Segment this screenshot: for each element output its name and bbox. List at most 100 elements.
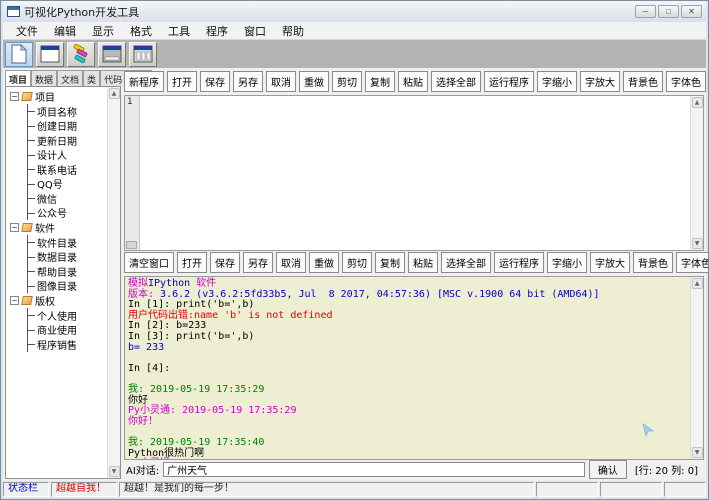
menu-item-程序[interactable]: 程序 bbox=[199, 22, 235, 40]
tree-item-label: 图像目录 bbox=[37, 278, 77, 293]
toolbar-button-背景色[interactable]: 背景色 bbox=[633, 252, 673, 273]
toolbar-button-打开[interactable]: 打开 bbox=[167, 71, 197, 92]
toolbar-button-重做[interactable]: 重做 bbox=[309, 252, 339, 273]
tab-文档[interactable]: 文档 bbox=[57, 70, 83, 86]
collapse-box-icon[interactable]: − bbox=[10, 296, 19, 305]
console-text: In [4]: bbox=[128, 363, 170, 374]
console-output[interactable]: 模拟IPython 软件版本: 3.6.2 (v3.6.2:5fd33b5, J… bbox=[125, 277, 690, 459]
toolbar-button-取消[interactable]: 取消 bbox=[266, 71, 296, 92]
toolbar-button-另存[interactable]: 另存 bbox=[233, 71, 263, 92]
ai-dialog-input[interactable] bbox=[163, 462, 585, 477]
toolbar-button-打开[interactable]: 打开 bbox=[177, 252, 207, 273]
confirm-button[interactable]: 确认 bbox=[589, 460, 627, 479]
tree-root-item[interactable]: −项目 bbox=[10, 89, 107, 104]
scroll-down-icon[interactable]: ▼ bbox=[692, 447, 703, 458]
toolbar-button-运行程序[interactable]: 运行程序 bbox=[494, 252, 544, 273]
minimize-button[interactable]: ─ bbox=[635, 5, 656, 18]
console-text: 我: 2019-05-19 17:35:29 bbox=[128, 384, 264, 395]
menu-bar: 文件编辑显示格式工具程序窗口帮助 bbox=[3, 22, 706, 40]
toolbar-button-保存[interactable]: 保存 bbox=[210, 252, 240, 273]
toolbar-button-重做[interactable]: 重做 bbox=[299, 71, 329, 92]
ai-dialog-label: AI对话: bbox=[126, 462, 159, 477]
tree-item[interactable]: 程序销售 bbox=[10, 337, 107, 352]
menu-item-显示[interactable]: 显示 bbox=[85, 22, 121, 40]
tree-item[interactable]: QQ号 bbox=[10, 177, 107, 192]
console-line bbox=[128, 353, 687, 364]
app-window-icon[interactable] bbox=[36, 42, 64, 67]
tree-item[interactable]: 联系电话 bbox=[10, 162, 107, 177]
tab-数据[interactable]: 数据 bbox=[31, 70, 57, 86]
tree-connector-icon bbox=[27, 235, 35, 250]
tree-item[interactable]: 帮助目录 bbox=[10, 264, 107, 279]
console-line: 你好！ bbox=[128, 417, 687, 428]
toolbar-button-字体色[interactable]: 字体色 bbox=[666, 71, 706, 92]
console-scrollbar[interactable]: ▲ ▼ bbox=[690, 277, 703, 459]
tree-item[interactable]: 图像目录 bbox=[10, 279, 107, 294]
tree-item[interactable]: 数据目录 bbox=[10, 250, 107, 265]
toolbar-button-复制[interactable]: 复制 bbox=[375, 252, 405, 273]
editor-scrollbar[interactable]: ▲ ▼ bbox=[690, 96, 703, 250]
toolbar-button-保存[interactable]: 保存 bbox=[200, 71, 230, 92]
close-button[interactable]: ✕ bbox=[681, 5, 702, 18]
code-editor[interactable]: 1 ▲ ▼ bbox=[124, 95, 704, 251]
toolbar-button-剪切[interactable]: 剪切 bbox=[332, 71, 362, 92]
toolbar-button-清空窗口[interactable]: 清空窗口 bbox=[124, 252, 174, 273]
maximize-button[interactable]: □ bbox=[658, 5, 679, 18]
tree-item[interactable]: 软件目录 bbox=[10, 235, 107, 250]
toolbar-button-新程序[interactable]: 新程序 bbox=[124, 71, 164, 92]
editor-text-area[interactable] bbox=[140, 96, 690, 250]
toolbar-button-字体色[interactable]: 字体色 bbox=[676, 252, 709, 273]
collapse-box-icon[interactable]: − bbox=[10, 223, 19, 232]
window-controls: ─ □ ✕ bbox=[635, 5, 702, 18]
toolbar-button-选择全部[interactable]: 选择全部 bbox=[441, 252, 491, 273]
toolbar-button-字放大[interactable]: 字放大 bbox=[590, 252, 630, 273]
tab-类[interactable]: 类 bbox=[83, 70, 100, 86]
tree-item[interactable]: 公众号 bbox=[10, 206, 107, 221]
tree-root-item[interactable]: −软件 bbox=[10, 220, 107, 235]
toolbar-button-背景色[interactable]: 背景色 bbox=[623, 71, 663, 92]
scroll-down-icon[interactable]: ▼ bbox=[692, 238, 703, 249]
tree-item[interactable]: 个人使用 bbox=[10, 308, 107, 323]
menu-item-窗口[interactable]: 窗口 bbox=[237, 22, 273, 40]
tree-item[interactable]: 更新日期 bbox=[10, 133, 107, 148]
menu-item-格式[interactable]: 格式 bbox=[123, 22, 159, 40]
tree-scrollbar[interactable]: ▲ ▼ bbox=[107, 87, 120, 478]
editor-hscroll-thumb[interactable] bbox=[126, 241, 137, 249]
toolbar-button-选择全部[interactable]: 选择全部 bbox=[431, 71, 481, 92]
folder-icon bbox=[21, 296, 33, 305]
tab-代码[interactable]: 代码 bbox=[100, 70, 126, 86]
tree-item[interactable]: 项目名称 bbox=[10, 104, 107, 119]
menu-item-编辑[interactable]: 编辑 bbox=[47, 22, 83, 40]
toolbar-button-取消[interactable]: 取消 bbox=[276, 252, 306, 273]
toolbar-button-剪切[interactable]: 剪切 bbox=[342, 252, 372, 273]
tab-项目[interactable]: 项目 bbox=[5, 70, 31, 86]
table-window-icon[interactable] bbox=[129, 42, 157, 67]
new-file-icon[interactable] bbox=[5, 42, 33, 67]
color-pencils-icon[interactable] bbox=[67, 42, 95, 67]
tree-item[interactable]: 微信 bbox=[10, 191, 107, 206]
tree-item-label: 创建日期 bbox=[37, 118, 77, 133]
scroll-up-icon[interactable]: ▲ bbox=[692, 97, 703, 108]
scroll-up-icon[interactable]: ▲ bbox=[692, 278, 703, 289]
console-window-icon[interactable] bbox=[98, 42, 126, 67]
collapse-box-icon[interactable]: − bbox=[10, 92, 19, 101]
toolbar-button-粘贴[interactable]: 粘贴 bbox=[398, 71, 428, 92]
tree-item[interactable]: 创建日期 bbox=[10, 119, 107, 134]
tree-root-item[interactable]: −版权 bbox=[10, 293, 107, 308]
tree-item-label: 数据目录 bbox=[37, 249, 77, 264]
menu-item-文件[interactable]: 文件 bbox=[9, 22, 45, 40]
toolbar-button-字缩小[interactable]: 字缩小 bbox=[537, 71, 577, 92]
tree-item[interactable]: 商业使用 bbox=[10, 323, 107, 338]
toolbar-button-运行程序[interactable]: 运行程序 bbox=[484, 71, 534, 92]
scroll-up-icon[interactable]: ▲ bbox=[109, 88, 120, 99]
toolbar-button-粘贴[interactable]: 粘贴 bbox=[408, 252, 438, 273]
toolbar-button-字放大[interactable]: 字放大 bbox=[580, 71, 620, 92]
toolbar-button-字缩小[interactable]: 字缩小 bbox=[547, 252, 587, 273]
menu-item-帮助[interactable]: 帮助 bbox=[275, 22, 311, 40]
toolbar-button-复制[interactable]: 复制 bbox=[365, 71, 395, 92]
toolbar-button-另存[interactable]: 另存 bbox=[243, 252, 273, 273]
console-text: Py小灵通: 2019-05-19 17:35:29 bbox=[128, 405, 296, 416]
scroll-down-icon[interactable]: ▼ bbox=[109, 466, 120, 477]
tree-item[interactable]: 设计人 bbox=[10, 148, 107, 163]
menu-item-工具[interactable]: 工具 bbox=[161, 22, 197, 40]
